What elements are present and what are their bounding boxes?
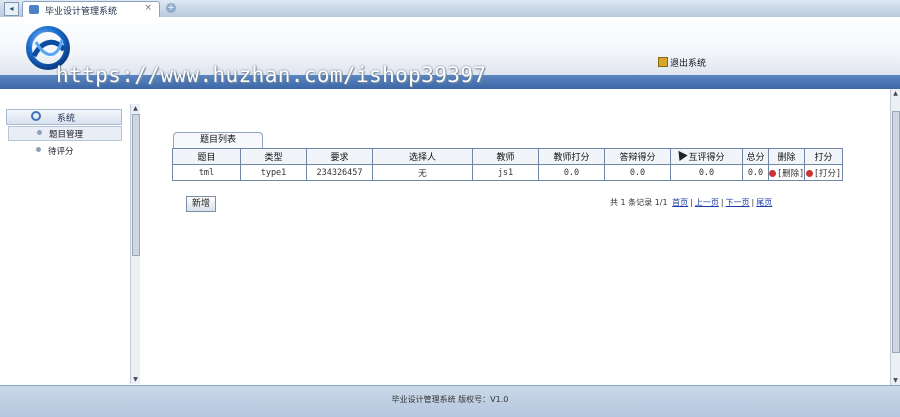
nav-back-button[interactable]: ◂ [4,2,19,16]
col-header-defense-score: 答辩得分 [604,148,671,165]
table-header-row: 题目 类型 要求 选择人 教师 教师打分 答辩得分 互评得分 总分 删除 打分 [172,148,843,165]
grade-icon [805,169,813,177]
pager-separator: | [751,198,755,207]
add-topic-button[interactable]: 新增 [186,196,216,212]
scroll-down-icon[interactable]: ▼ [131,375,140,384]
sidebar: 系统 题目管理 待评分 [0,89,130,385]
pager-separator: | [690,198,693,207]
pager-last-link[interactable]: 尾页 [756,198,772,207]
pager-separator: | [720,198,724,207]
sidebar-item-topic-management[interactable]: 题目管理 [8,126,122,141]
cell-total: 0.0 [742,164,769,181]
delete-link[interactable]: [删除] [768,164,805,181]
pagination: 共 1 条记录 1/1 首页 | 上一页 | 下一页 | 尾页 [610,197,774,208]
pager-next-link[interactable]: 下一页 [726,198,750,207]
sidebar-section-label: 系统 [57,114,76,124]
cell-title: tml [172,164,241,181]
col-header-type: 类型 [240,148,307,165]
main-scrollbar[interactable]: ▲ ▼ [890,89,900,385]
bullet-icon [36,147,41,152]
close-tab-icon[interactable]: × [144,3,152,13]
scroll-up-icon[interactable]: ▲ [131,104,140,113]
col-header-requirement: 要求 [306,148,373,165]
col-header-delete: 删除 [768,148,805,165]
logout-button[interactable]: 退出系统 [658,56,706,69]
sidebar-section-system[interactable]: 系统 [6,109,122,125]
browser-tab[interactable]: 毕业设计管理系统 × [22,1,160,18]
watermark-text: https://www.huzhan.com/ishop39397 [56,63,487,87]
new-tab-button[interactable]: + [166,3,176,13]
sidebar-item-pending-grading[interactable]: 待评分 [8,144,120,157]
grade-label: [打分] [813,168,842,179]
sidebar-item-label: 题目管理 [49,130,84,140]
col-header-teacher: 教师 [472,148,539,165]
col-header-teacher-score: 教师打分 [538,148,605,165]
cell-chooser: 无 [372,164,473,181]
pager-first-link[interactable]: 首页 [672,198,688,207]
grade-link[interactable]: [打分] [804,164,843,181]
col-header-chooser: 选择人 [372,148,473,165]
browser-tab-title: 毕业设计管理系统 [45,7,118,17]
main-scroll-thumb[interactable] [892,111,900,353]
col-header-total: 总分 [742,148,769,165]
bullet-icon [37,130,42,135]
search-icon [31,111,41,121]
cell-requirement: 234326457 [306,164,373,181]
cell-teacher: js1 [472,164,539,181]
footer-text: 毕业设计管理系统 版权号：V1.0 [391,395,509,404]
main-content: 题目列表 题目 类型 要求 选择人 教师 教师打分 答辩得分 互评得分 总分 删… [140,89,890,385]
cell-type: type1 [240,164,307,181]
app-footer: 毕业设计管理系统 版权号：V1.0 [0,385,900,417]
cell-defense-score: 0.0 [604,164,671,181]
scroll-up-icon[interactable]: ▲ [891,89,900,98]
sidebar-scrollbar[interactable]: ▲ ▼ [130,104,140,384]
sidebar-scroll-thumb[interactable] [132,114,140,256]
sidebar-item-label: 待评分 [48,147,74,157]
delete-label: [删除] [777,168,805,179]
browser-tab-bar: ◂ 毕业设计管理系统 × + [0,0,900,18]
delete-icon [769,169,776,177]
cell-peer-score: 0.0 [670,164,743,181]
pager-prev-link[interactable]: 上一页 [695,198,719,207]
tab-topic-list[interactable]: 题目列表 [173,132,263,148]
table-row: tml type1 234326457 无 js1 0.0 0.0 0.0 0.… [172,164,843,181]
col-header-grade: 打分 [804,148,843,165]
scroll-down-icon[interactable]: ▼ [891,376,900,385]
lock-icon [658,57,668,67]
topic-table: 题目 类型 要求 选择人 教师 教师打分 答辩得分 互评得分 总分 删除 打分 … [172,148,843,181]
page-icon [29,5,39,14]
logout-label: 退出系统 [670,59,707,69]
pager-summary: 共 1 条记录 1/1 [610,198,668,207]
cell-teacher-score: 0.0 [538,164,605,181]
col-header-title: 题目 [172,148,241,165]
